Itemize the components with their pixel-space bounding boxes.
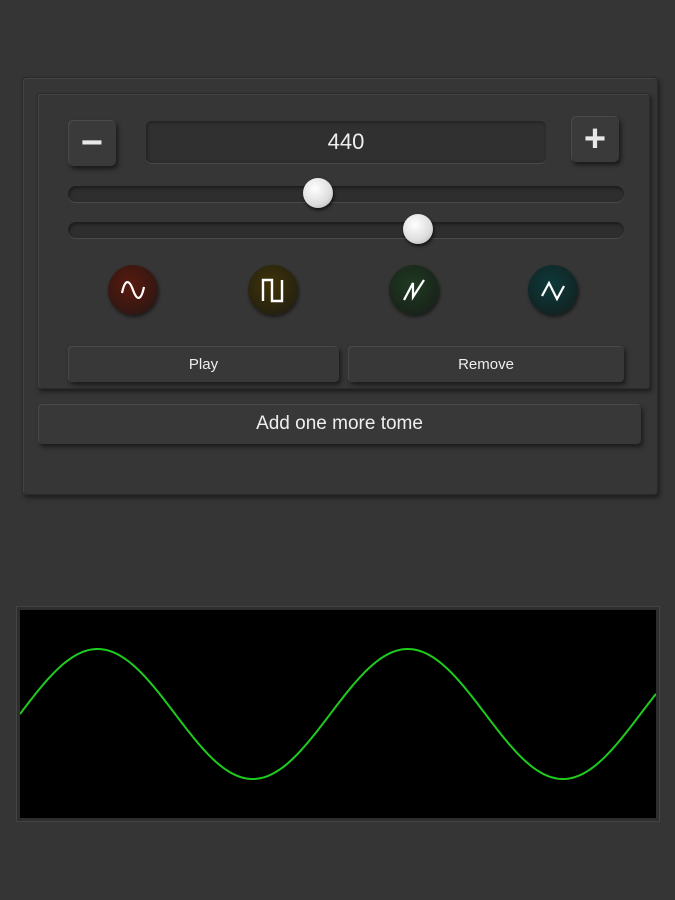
sine-wave-button[interactable] [108,265,158,315]
frequency-value: 440 [327,129,365,154]
slider-1[interactable] [68,178,624,208]
square-wave-icon [261,278,284,303]
plus-icon: + [583,117,607,160]
play-label: Play [188,355,219,373]
waveform-display [19,648,657,780]
add-tone-label: Add one more tome [256,413,423,434]
increment-button[interactable]: + [571,116,619,162]
remove-label: Remove [458,355,514,373]
sawtooth-wave-button[interactable] [389,265,439,315]
triangle-wave-button[interactable] [528,265,578,315]
square-wave-button[interactable] [248,265,298,315]
add-tone-button[interactable]: Add one more tome [38,404,641,444]
sawtooth-icon [403,279,425,301]
remove-button[interactable]: Remove [348,346,624,382]
play-button[interactable]: Play [68,346,339,382]
triangle-icon [541,280,565,302]
oscilloscope [17,607,659,821]
minus-icon: − [80,121,104,164]
sine-icon [120,281,146,299]
decrement-button[interactable]: − [68,120,116,166]
slider-2[interactable] [68,214,624,244]
waveform-line [19,648,657,780]
slider-1-thumb[interactable] [303,178,334,208]
frequency-field[interactable]: 440 [146,121,546,163]
